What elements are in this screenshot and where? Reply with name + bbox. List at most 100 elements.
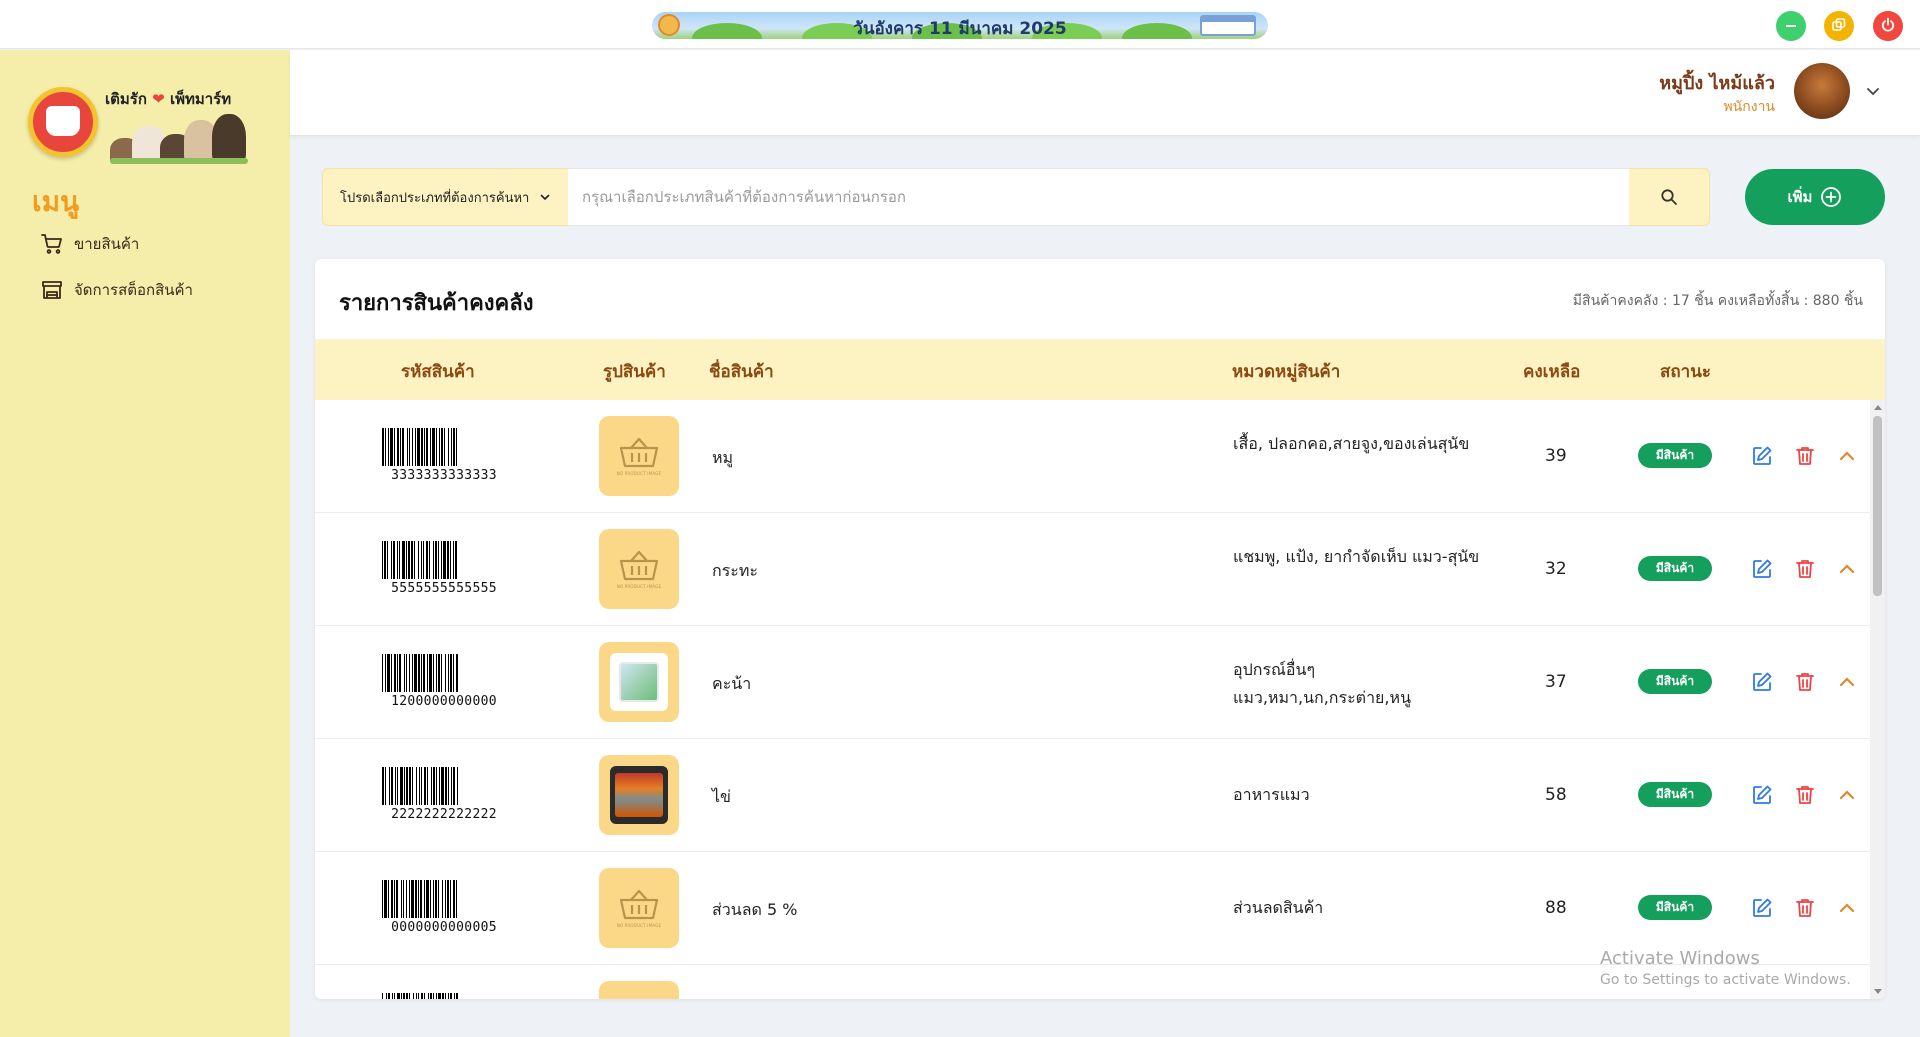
barcode-bars bbox=[382, 767, 506, 805]
menu-title: เมนู bbox=[32, 185, 80, 218]
minimize-icon bbox=[1786, 25, 1796, 27]
barcode: 5555555555555 bbox=[382, 541, 506, 596]
edit-icon[interactable] bbox=[1750, 783, 1774, 807]
table-body: 3333333333333 NO PRODUCT IMAGE หมู เสื้อ… bbox=[315, 400, 1870, 999]
cart-icon bbox=[41, 234, 62, 254]
product-image: NO PRODUCT IMAGE bbox=[599, 529, 679, 609]
scroll-down-arrow-icon[interactable] bbox=[1874, 989, 1882, 994]
power-button[interactable] bbox=[1873, 11, 1903, 41]
chevron-up-icon[interactable] bbox=[1835, 783, 1859, 807]
no-product-image-icon: NO PRODUCT IMAGE bbox=[617, 549, 661, 589]
column-header-stock: คงเหลือ bbox=[1523, 362, 1581, 382]
restore-button[interactable] bbox=[1824, 11, 1854, 41]
chevron-up-icon[interactable] bbox=[1835, 896, 1859, 920]
sidebar: เติมรัก ❤ เพ็ทมาร์ท เมนู ขายสินค้า จัดกา… bbox=[0, 50, 290, 1037]
category-select-label: โปรดเลือกประเภทที่ต้องการค้นหา bbox=[340, 190, 530, 206]
power-icon bbox=[1881, 17, 1895, 32]
no-product-image-icon: NO PRODUCT IMAGE bbox=[617, 436, 661, 476]
header: หมูปิ้ง ไหม้แล้ว พนักงาน bbox=[290, 50, 1920, 136]
trash-icon[interactable] bbox=[1793, 896, 1817, 920]
product-code: 1200000000000 bbox=[391, 694, 497, 709]
search-input[interactable] bbox=[568, 168, 1629, 226]
inventory-title: รายการสินค้าคงคลัง bbox=[339, 291, 534, 316]
barcode-bars bbox=[382, 993, 506, 999]
chevron-up-icon[interactable] bbox=[1835, 444, 1859, 468]
product-photo bbox=[610, 766, 668, 824]
inventory-card: รายการสินค้าคงคลัง มีสินค้าคงคลัง : 17 ช… bbox=[315, 259, 1885, 999]
trash-icon[interactable] bbox=[1793, 783, 1817, 807]
sidebar-item-label: ขายสินค้า bbox=[74, 235, 140, 253]
table-row: 2222222222222 ไข่ อาหารแมว 58 มีสินค้า bbox=[315, 739, 1870, 852]
product-image: NO PRODUCT IMAGE bbox=[599, 416, 679, 496]
product-stock: 58 bbox=[1545, 785, 1567, 805]
product-category: แชมพู, แป้ง, ยากำจัดเห็บ แมว-สุนัข bbox=[1233, 547, 1480, 566]
inventory-summary: มีสินค้าคงคลัง : 17 ชิ้น คงเหลือทั้งสิ้น… bbox=[1572, 293, 1863, 309]
edit-icon[interactable] bbox=[1750, 444, 1774, 468]
minimize-button[interactable] bbox=[1776, 11, 1806, 41]
product-code: 0000000000005 bbox=[391, 920, 497, 935]
column-header-image: รูปสินค้า bbox=[603, 362, 666, 382]
sidebar-item-label: จัดการสต็อกสินค้า bbox=[74, 281, 193, 299]
product-image bbox=[599, 981, 679, 999]
add-button[interactable]: เพิ่ม bbox=[1745, 169, 1885, 225]
scrollbar-thumb[interactable] bbox=[1873, 416, 1882, 596]
brand-name: เติมรัก ❤ เพ็ทมาร์ท bbox=[105, 87, 231, 111]
search-icon bbox=[1661, 189, 1677, 205]
edit-icon[interactable] bbox=[1750, 670, 1774, 694]
watermark-line1: Activate Windows bbox=[1600, 948, 1760, 969]
status-badge: มีสินค้า bbox=[1638, 443, 1712, 468]
chevron-down-icon[interactable] bbox=[1864, 82, 1882, 100]
date-banner: วันอังคาร 11 มีนาคม 2025 bbox=[652, 12, 1268, 39]
table-header: รหัสสินค้า รูปสินค้า ชื่อสินค้า หมวดหมู่… bbox=[315, 339, 1885, 400]
product-photo bbox=[610, 653, 668, 711]
product-name: ไข่ bbox=[712, 787, 731, 806]
heart-icon: ❤ bbox=[152, 90, 165, 108]
shop-logo bbox=[28, 87, 98, 157]
barcode: 2222222222222 bbox=[382, 767, 506, 822]
product-name: กระทะ bbox=[712, 561, 759, 580]
plus-circle-icon bbox=[1821, 187, 1842, 207]
column-header-name: ชื่อสินค้า bbox=[709, 362, 774, 382]
scroll-up-arrow-icon[interactable] bbox=[1874, 405, 1882, 410]
sidebar-item-sell[interactable]: ขายสินค้า bbox=[40, 232, 139, 256]
table-row: 5555555555555 NO PRODUCT IMAGE กระทะ แชม… bbox=[315, 513, 1870, 626]
product-category: เสื้อ, ปลอกคอ,สายจูง,ของเล่นสุนัข bbox=[1233, 434, 1470, 453]
edit-icon[interactable] bbox=[1750, 557, 1774, 581]
no-product-image-icon: NO PRODUCT IMAGE bbox=[617, 888, 661, 928]
user-name: หมูปิ้ง ไหม้แล้ว bbox=[1659, 73, 1775, 94]
restore-icon bbox=[1832, 18, 1846, 31]
chevron-down-icon bbox=[541, 194, 550, 201]
product-stock: 39 bbox=[1545, 446, 1567, 466]
product-category: อุปกรณ์อื่นๆ แมว,หมา,นก,กระต่าย,หนู bbox=[1233, 660, 1411, 707]
trash-icon[interactable] bbox=[1793, 444, 1817, 468]
barcode-bars bbox=[382, 880, 506, 918]
user-role: พนักงาน bbox=[1723, 99, 1775, 115]
product-stock: 32 bbox=[1545, 559, 1567, 579]
calendar-icon bbox=[1200, 15, 1256, 36]
product-stock: 88 bbox=[1545, 898, 1567, 918]
sidebar-item-stock[interactable]: จัดการสต็อกสินค้า bbox=[40, 278, 193, 302]
barcode-bars bbox=[382, 541, 506, 579]
chevron-up-icon[interactable] bbox=[1835, 670, 1859, 694]
column-header-code: รหัสสินค้า bbox=[401, 362, 475, 382]
product-category: ส่วนลดสินค้า bbox=[1233, 898, 1324, 917]
edit-icon[interactable] bbox=[1750, 896, 1774, 920]
brand-right: เพ็ทมาร์ท bbox=[169, 90, 232, 108]
chevron-up-icon[interactable] bbox=[1835, 557, 1859, 581]
store-icon bbox=[42, 281, 62, 299]
product-code: 2222222222222 bbox=[391, 807, 497, 822]
trash-icon[interactable] bbox=[1793, 557, 1817, 581]
trash-icon[interactable] bbox=[1793, 670, 1817, 694]
product-image bbox=[599, 755, 679, 835]
table-row: 1200000000000 คะน้า อุปกรณ์อื่นๆ แมว,หมา… bbox=[315, 626, 1870, 739]
table-scrollbar[interactable] bbox=[1870, 400, 1885, 999]
product-code: 5555555555555 bbox=[391, 581, 497, 596]
search-category-select[interactable]: โปรดเลือกประเภทที่ต้องการค้นหา bbox=[322, 168, 568, 226]
status-badge: มีสินค้า bbox=[1638, 669, 1712, 694]
barcode: 0000000000005 bbox=[382, 880, 506, 935]
avatar[interactable] bbox=[1794, 63, 1850, 119]
windows-activation-watermark: Activate Windows Go to Settings to activ… bbox=[1600, 948, 1851, 988]
date-text: วันอังคาร 11 มีนาคม 2025 bbox=[853, 19, 1067, 39]
search-button[interactable] bbox=[1629, 168, 1710, 226]
top-strip: วันอังคาร 11 มีนาคม 2025 bbox=[0, 0, 1920, 49]
